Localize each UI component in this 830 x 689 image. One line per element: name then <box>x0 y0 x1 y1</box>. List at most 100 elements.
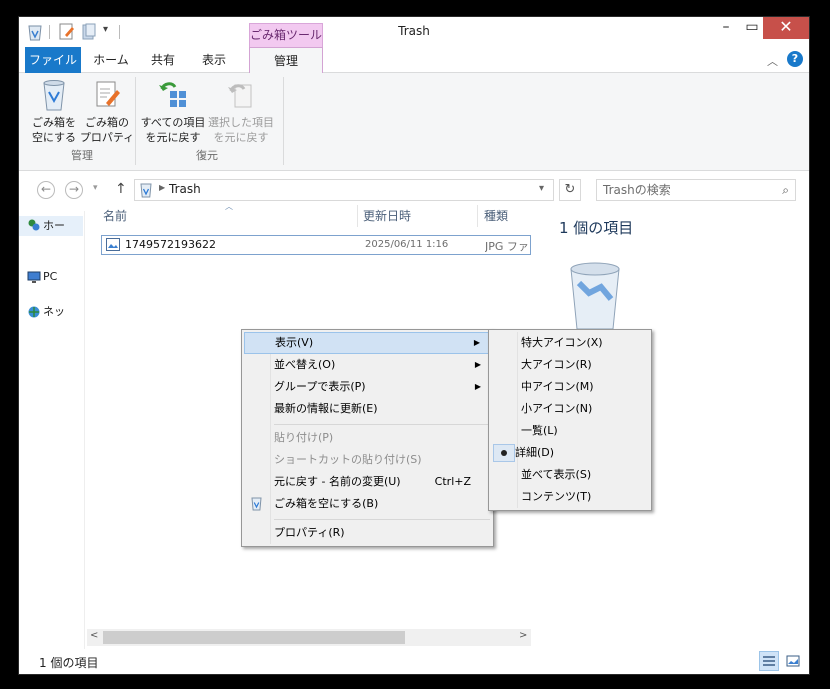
status-bar: 1 個の項目 <box>19 649 809 674</box>
button-label: すべての項目 <box>140 116 206 129</box>
menu-item-paste[interactable]: 貼り付け(P) <box>244 427 491 449</box>
restore-all-button[interactable]: すべての項目 を元に戻す <box>139 79 207 145</box>
menu-item-label: 並べ替え(O) <box>274 358 336 371</box>
tab-share[interactable]: 共有 <box>141 47 185 73</box>
button-label: プロパティ <box>79 131 135 144</box>
file-name: 1749572193622 <box>125 238 216 251</box>
back-button[interactable]: ← <box>37 181 55 199</box>
refresh-button[interactable]: ↻ <box>559 179 581 201</box>
submenu-item-list[interactable]: 一覧(L) <box>491 420 649 442</box>
menu-item-sort[interactable]: 並べ替え(O) ▶ <box>244 354 491 376</box>
menu-item-group-by[interactable]: グループで表示(P) ▶ <box>244 376 491 398</box>
restore-selected-button[interactable]: 選択した項目 を元に戻す <box>207 79 275 145</box>
restore-selected-icon <box>228 84 252 108</box>
menu-item-label: ショートカットの貼り付け(S) <box>274 453 422 466</box>
up-arrow-icon[interactable]: ↑ <box>115 181 127 197</box>
menu-separator <box>274 424 490 425</box>
address-dropdown-icon[interactable]: ▾ <box>539 183 544 194</box>
menu-item-empty-recycle-bin[interactable]: ごみ箱を空にする(B) <box>244 493 491 515</box>
menu-item-shortcut: Ctrl+Z <box>434 475 471 488</box>
column-headers: ︿ 名前 更新日時 種類 <box>89 202 531 229</box>
scroll-right-icon[interactable]: > <box>519 630 527 641</box>
group-separator <box>135 77 136 165</box>
tab-file[interactable]: ファイル <box>25 47 81 73</box>
navigation-pane: ホー PC ネッ <box>19 211 85 649</box>
ribbon-collapse-icon[interactable]: ︿ <box>767 53 778 69</box>
submenu-item-medium-icons[interactable]: 中アイコン(M) <box>491 376 649 398</box>
image-file-icon <box>106 238 120 254</box>
sort-ascending-icon: ︿ <box>225 202 233 211</box>
window-title: Trash <box>398 24 430 38</box>
homegroup-icon <box>27 218 41 235</box>
menu-item-label: 詳細(D) <box>515 446 555 459</box>
button-label: を元に戻す <box>213 131 269 144</box>
column-separator[interactable] <box>477 205 478 227</box>
menu-separator <box>274 519 490 520</box>
menu-item-undo-rename[interactable]: 元に戻す - 名前の変更(U) Ctrl+Z <box>244 471 491 493</box>
menu-item-properties[interactable]: プロパティ(R) <box>244 522 491 544</box>
breadcrumb-trash[interactable]: Trash <box>169 182 201 196</box>
recycle-bin-icon <box>139 182 153 201</box>
scrollbar-thumb[interactable] <box>103 631 405 644</box>
pc-icon <box>27 270 41 287</box>
search-icon: ⌕ <box>782 183 789 197</box>
tab-home[interactable]: ホーム <box>85 47 137 73</box>
file-modified: 2025/06/11 1:16 <box>365 239 449 250</box>
column-header-type[interactable]: 種類 <box>484 205 508 227</box>
help-icon[interactable]: ? <box>787 51 803 67</box>
details-view-button[interactable] <box>759 651 779 671</box>
menu-item-label: プロパティ(R) <box>274 526 345 539</box>
column-header-modified[interactable]: 更新日時 <box>363 205 411 227</box>
empty-recycle-bin-button[interactable]: ごみ箱を 空にする <box>29 79 79 145</box>
large-icons-view-button[interactable] <box>783 651 803 671</box>
menu-item-paste-shortcut[interactable]: ショートカットの貼り付け(S) <box>244 449 491 471</box>
submenu-item-extra-large-icons[interactable]: 特大アイコン(X) <box>491 332 649 354</box>
button-label: ごみ箱を <box>32 116 76 129</box>
nav-item-homegroup[interactable]: ホー <box>43 217 83 235</box>
recycle-bin-properties-button[interactable]: ごみ箱の プロパティ <box>79 79 135 145</box>
submenu-arrow-icon: ▶ <box>473 338 480 347</box>
menu-item-label: ごみ箱を空にする(B) <box>274 497 379 510</box>
tab-view[interactable]: 表示 <box>191 47 237 73</box>
menu-item-refresh[interactable]: 最新の情報に更新(E) <box>244 398 491 420</box>
ribbon: ごみ箱を 空にする ごみ箱の プロパティ 管理 すべての項目 を元に戻す 選択し… <box>19 73 809 171</box>
menu-item-label: グループで表示(P) <box>274 380 366 393</box>
search-placeholder: Trashの検索 <box>603 183 671 197</box>
address-bar[interactable]: ▶ Trash ▾ <box>134 179 554 201</box>
context-menu: 表示(V) ▶ 並べ替え(O) ▶ グループで表示(P) ▶ 最新の情報に更新(… <box>241 329 494 547</box>
forward-button[interactable]: → <box>65 181 83 199</box>
recent-locations-icon[interactable]: ▾ <box>93 183 98 193</box>
group-label-manage: 管理 <box>71 149 93 162</box>
submenu-item-content[interactable]: コンテンツ(T) <box>491 486 649 508</box>
column-separator[interactable] <box>357 205 358 227</box>
recycle-bin-icon <box>43 80 65 111</box>
nav-item-network[interactable]: ネッ <box>43 303 83 321</box>
group-separator <box>283 77 284 165</box>
ribbon-tabs: ファイル ホーム 共有 表示 管理 ︿ ? <box>19 47 809 74</box>
submenu-item-tiles[interactable]: 並べて表示(S) <box>491 464 649 486</box>
menu-item-label: 最新の情報に更新(E) <box>274 402 378 415</box>
horizontal-scrollbar[interactable]: < > <box>87 629 531 646</box>
scroll-left-icon[interactable]: < <box>90 630 98 641</box>
table-row[interactable]: 1749572193622 2025/06/11 1:16 JPG ファ <box>101 235 531 255</box>
menu-item-label: 元に戻す - 名前の変更(U) <box>274 475 401 488</box>
title-bar: ▾ ごみ箱ツール Trash – ▭ ✕ <box>19 17 809 47</box>
submenu-item-large-icons[interactable]: 大アイコン(R) <box>491 354 649 376</box>
breadcrumb-chevron-icon: ▶ <box>159 183 166 192</box>
button-label: ごみ箱の <box>85 116 129 129</box>
recycle-bin-large-icon <box>565 261 625 334</box>
file-type: JPG ファ <box>485 240 529 253</box>
view-submenu: 特大アイコン(X) 大アイコン(R) 中アイコン(M) 小アイコン(N) 一覧(… <box>488 329 652 511</box>
tab-manage[interactable]: 管理 <box>249 47 323 74</box>
submenu-item-small-icons[interactable]: 小アイコン(N) <box>491 398 649 420</box>
menu-item-label: 表示(V) <box>275 336 314 349</box>
column-header-name[interactable]: 名前 <box>103 205 127 227</box>
status-item-count: 1 個の項目 <box>39 656 99 670</box>
menu-item-view[interactable]: 表示(V) ▶ <box>244 332 491 354</box>
nav-item-pc[interactable]: PC <box>43 268 83 286</box>
close-button[interactable]: ✕ <box>763 17 809 39</box>
group-label-restore: 復元 <box>196 149 218 162</box>
search-input[interactable]: Trashの検索 ⌕ <box>596 179 796 201</box>
button-label: 空にする <box>31 131 77 144</box>
preview-title: 1 個の項目 <box>559 219 634 237</box>
